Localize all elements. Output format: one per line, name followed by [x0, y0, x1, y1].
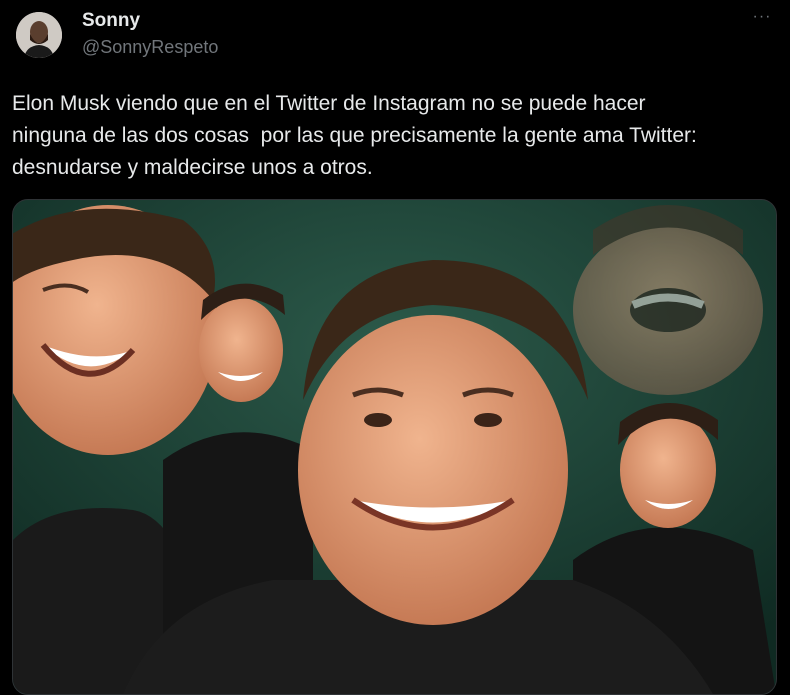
- tweet-media-image[interactable]: [12, 199, 777, 695]
- photo-collage-icon: [13, 200, 776, 694]
- tweet-text: Elon Musk viendo que en el Twitter de In…: [12, 92, 697, 179]
- faded-face-shape: [573, 205, 763, 395]
- more-options-button[interactable]: ···: [750, 8, 774, 28]
- author-avatar[interactable]: [16, 12, 62, 58]
- author-handle[interactable]: @SonnyRespeto: [82, 37, 218, 58]
- avatar-icon: [16, 12, 62, 58]
- author-display-name[interactable]: Sonny: [82, 10, 140, 32]
- tweet: Sonny @SonnyRespeto ··· Elon Musk viendo…: [0, 0, 790, 695]
